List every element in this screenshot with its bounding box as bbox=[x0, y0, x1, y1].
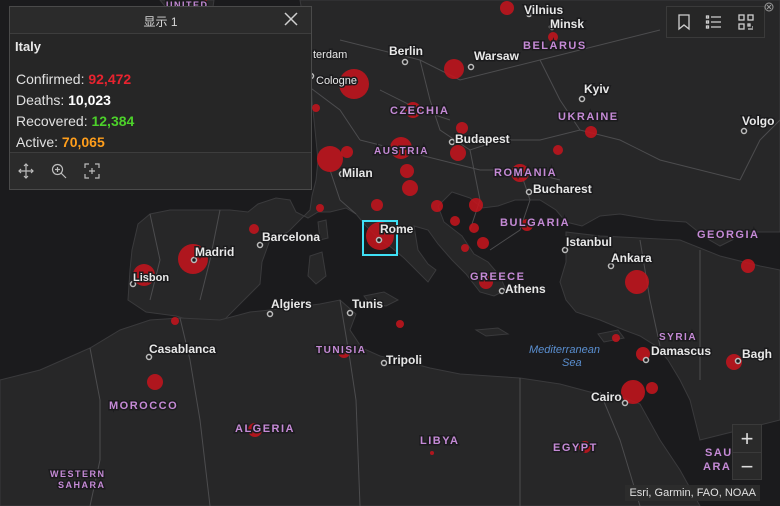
svg-text:ALGERIA: ALGERIA bbox=[235, 423, 295, 435]
svg-text:EGYPT: EGYPT bbox=[553, 442, 598, 454]
map-attribution: Esri, Garmin, FAO, NOAA bbox=[625, 485, 760, 501]
svg-text:Tunis: Tunis bbox=[352, 297, 383, 311]
popup-body: Italy Confirmed: 92,472 Deaths: 10,023 R… bbox=[10, 34, 311, 152]
svg-text:Bagh: Bagh bbox=[742, 347, 772, 361]
popup-actions bbox=[10, 152, 311, 191]
svg-text:Lisbon: Lisbon bbox=[133, 272, 169, 284]
svg-text:TUNISIA: TUNISIA bbox=[316, 345, 367, 356]
svg-text:Cologne: Cologne bbox=[316, 75, 357, 87]
recovered-value: 12,384 bbox=[91, 113, 135, 129]
recovered-label: Recovered: bbox=[16, 113, 88, 129]
svg-text:Barcelona: Barcelona bbox=[262, 230, 320, 244]
svg-text:ROMANIA: ROMANIA bbox=[494, 167, 557, 179]
qr-grid-icon[interactable] bbox=[737, 13, 755, 31]
zoom-in-button[interactable]: + bbox=[733, 425, 761, 453]
deaths-value: 10,023 bbox=[68, 92, 111, 108]
zoom-out-button[interactable]: − bbox=[733, 453, 761, 480]
svg-text:ARA: ARA bbox=[703, 461, 731, 473]
svg-text:SAU: SAU bbox=[705, 447, 733, 459]
svg-text:Minsk: Minsk bbox=[550, 17, 584, 31]
svg-text:Cairo: Cairo bbox=[591, 390, 622, 404]
popup-country-name: Italy bbox=[15, 39, 42, 54]
zoom-to-icon[interactable] bbox=[50, 162, 68, 180]
list-icon[interactable] bbox=[705, 13, 723, 31]
deaths-label: Deaths: bbox=[16, 92, 65, 108]
close-icon[interactable] bbox=[283, 11, 299, 27]
svg-text:Bucharest: Bucharest bbox=[533, 182, 592, 196]
svg-text:Casablanca: Casablanca bbox=[149, 342, 216, 356]
svg-text:WESTERN: WESTERN bbox=[50, 469, 106, 479]
svg-text:Kyiv: Kyiv bbox=[584, 82, 610, 96]
svg-text:terdam: terdam bbox=[313, 49, 347, 61]
deaths-row: Deaths: 10,023 bbox=[16, 92, 111, 108]
svg-text:Algiers: Algiers bbox=[271, 297, 312, 311]
svg-text:LIBYA: LIBYA bbox=[420, 435, 460, 447]
active-label: Active: bbox=[16, 134, 59, 150]
svg-text:Vilnius: Vilnius bbox=[524, 3, 563, 17]
svg-text:Volgo: Volgo bbox=[742, 114, 774, 128]
pan-icon[interactable] bbox=[17, 162, 35, 180]
active-value: 70,065 bbox=[61, 134, 105, 150]
popup-title: 显示 1 bbox=[143, 15, 178, 29]
svg-text:GEORGIA: GEORGIA bbox=[697, 229, 759, 241]
svg-text:Warsaw: Warsaw bbox=[474, 49, 520, 63]
settings-corner-icon[interactable] bbox=[762, 0, 776, 12]
svg-text:GREECE: GREECE bbox=[470, 271, 525, 283]
svg-text:Budapest: Budapest bbox=[455, 132, 510, 146]
map-toolbar bbox=[666, 6, 765, 38]
info-popup[interactable]: 显示 1 Italy Confirmed: 92,472 Deaths: 10,… bbox=[9, 6, 312, 190]
svg-text:Ankara: Ankara bbox=[611, 251, 652, 265]
popup-header: 显示 1 bbox=[10, 7, 311, 34]
zoom-control: + − bbox=[732, 424, 762, 480]
confirmed-value: 92,472 bbox=[88, 71, 132, 87]
svg-text:SAHARA: SAHARA bbox=[58, 480, 106, 490]
svg-text:SYRIA: SYRIA bbox=[659, 332, 697, 343]
svg-text:Tripoli: Tripoli bbox=[386, 353, 422, 367]
svg-text:Milan: Milan bbox=[342, 166, 373, 180]
fullscreen-icon[interactable] bbox=[83, 162, 101, 180]
svg-text:Athens: Athens bbox=[505, 282, 546, 296]
svg-text:Rome: Rome bbox=[380, 222, 414, 236]
bookmark-icon[interactable] bbox=[675, 13, 693, 31]
svg-text:Mediterranean: Mediterranean bbox=[529, 344, 600, 356]
svg-text:Istanbul: Istanbul bbox=[566, 235, 612, 249]
confirmed-label: Confirmed: bbox=[16, 71, 85, 87]
svg-text:AUSTRIA: AUSTRIA bbox=[374, 146, 429, 157]
svg-text:BELARUS: BELARUS bbox=[523, 40, 587, 52]
svg-text:Madrid: Madrid bbox=[195, 245, 234, 259]
svg-text:UKRAINE: UKRAINE bbox=[558, 111, 619, 123]
svg-text:Sea: Sea bbox=[562, 357, 582, 369]
active-row: Active: 70,065 bbox=[16, 134, 105, 150]
svg-text:Berlin: Berlin bbox=[389, 44, 423, 58]
confirmed-row: Confirmed: 92,472 bbox=[16, 71, 131, 87]
svg-text:Damascus: Damascus bbox=[651, 344, 711, 358]
svg-text:MOROCCO: MOROCCO bbox=[109, 400, 178, 412]
svg-text:BULGARIA: BULGARIA bbox=[500, 217, 570, 229]
svg-text:CZECHIA: CZECHIA bbox=[390, 105, 449, 117]
recovered-row: Recovered: 12,384 bbox=[16, 113, 134, 129]
